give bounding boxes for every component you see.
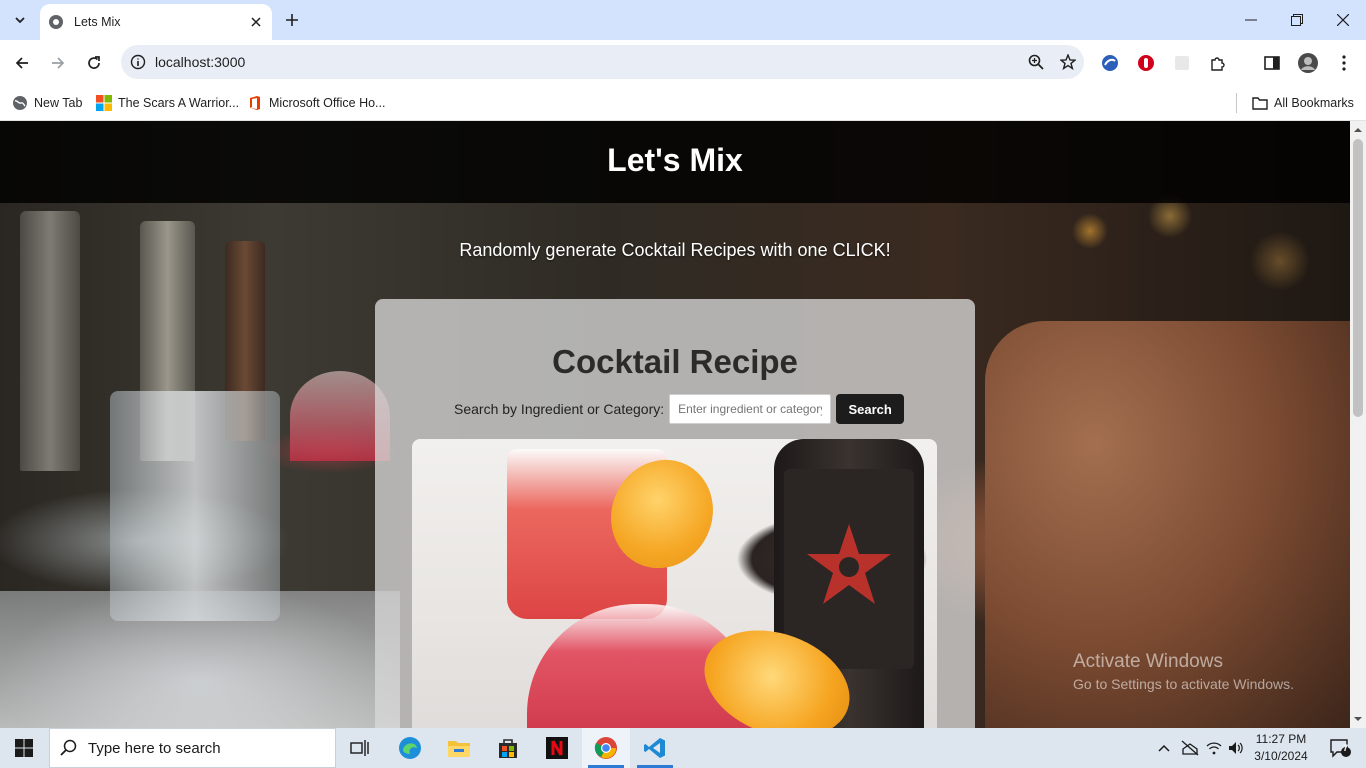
tab-close-icon[interactable]	[248, 14, 264, 30]
netflix-icon[interactable]	[533, 728, 581, 768]
bookmark-label: The Scars A Warrior...	[118, 96, 240, 110]
reload-icon[interactable]	[79, 48, 109, 78]
search-label: Search by Ingredient or Category:	[454, 401, 665, 417]
site-header: Let's Mix	[0, 121, 1350, 203]
scroll-up-arrow-icon[interactable]	[1354, 126, 1362, 134]
watermark-line2: Go to Settings to activate Windows.	[1073, 676, 1294, 692]
clock-date: 3/10/2024	[1254, 749, 1308, 763]
watermark-line1: Activate Windows	[1073, 651, 1223, 672]
browser-tabstrip: Lets Mix	[0, 0, 1366, 40]
globe-icon	[13, 96, 27, 110]
page-viewport: Let's Mix Randomly generate Cocktail Rec…	[0, 121, 1350, 728]
magnifier-icon	[60, 739, 77, 756]
taskbar-search-placeholder: Type here to search	[88, 739, 221, 757]
site-title: Let's Mix	[607, 141, 743, 178]
bookmarks-bar: New Tab The Scars A Warrior... Microsoft…	[0, 85, 1366, 121]
bottle-label	[784, 469, 914, 669]
chevron-up-icon[interactable]	[1154, 728, 1174, 768]
browser-tab[interactable]: Lets Mix	[40, 4, 272, 40]
side-panel-icon[interactable]	[1260, 51, 1284, 75]
bookmark-label: Microsoft Office Ho...	[269, 96, 386, 110]
bookmark-new-tab[interactable]: New Tab	[12, 92, 82, 114]
file-explorer-icon[interactable]	[435, 728, 483, 768]
restore-icon[interactable]	[1274, 0, 1320, 40]
store-icon[interactable]	[484, 728, 532, 768]
edge-icon[interactable]	[386, 728, 434, 768]
page-scrollbar[interactable]	[1350, 121, 1366, 728]
notification-icon[interactable]: 7	[1320, 728, 1360, 768]
tab-title: Lets Mix	[74, 15, 121, 29]
vscode-icon[interactable]	[631, 728, 679, 768]
bookmark-office-home[interactable]: Microsoft Office Ho...	[247, 92, 385, 114]
microsoft-logo-icon	[96, 95, 112, 111]
extensions-puzzle-icon[interactable]	[1206, 51, 1230, 75]
all-bookmarks[interactable]: All Bookmarks	[1252, 92, 1354, 114]
browser-toolbar: localhost:3000	[0, 40, 1366, 85]
network-icon[interactable]	[1178, 728, 1202, 768]
taskbar-search-box[interactable]: Type here to search	[49, 728, 336, 768]
scrollbar-thumb[interactable]	[1353, 139, 1363, 417]
cocktail-image	[412, 439, 937, 728]
site-info-icon[interactable]	[121, 54, 155, 70]
back-arrow-icon[interactable]	[7, 48, 37, 78]
url-text[interactable]: localhost:3000	[155, 54, 1020, 70]
search-row: Search by Ingredient or Category: Search	[454, 393, 905, 425]
all-bookmarks-label: All Bookmarks	[1274, 96, 1354, 110]
clock-time: 11:27 PM	[1255, 732, 1307, 746]
bookmark-star-icon[interactable]	[1052, 47, 1084, 77]
minimize-icon[interactable]	[1228, 0, 1274, 40]
search-button[interactable]: Search	[836, 394, 905, 424]
address-bar[interactable]: localhost:3000	[121, 45, 1084, 79]
profile-avatar[interactable]	[1296, 51, 1320, 75]
windows-taskbar: Type here to search 11:27 PM 3/10/2024 7	[0, 728, 1366, 768]
new-tab-plus-icon[interactable]	[280, 8, 304, 32]
bookmark-label: New Tab	[34, 96, 83, 110]
background-glass	[110, 391, 280, 621]
windows-start-icon[interactable]	[0, 728, 48, 768]
bookmarks-divider	[1236, 93, 1237, 113]
card-title: Cocktail Recipe	[552, 343, 798, 380]
search-input[interactable]	[669, 394, 832, 424]
tab-search-icon[interactable]	[6, 8, 34, 32]
notification-count: 7	[1343, 743, 1349, 753]
scroll-down-arrow-icon[interactable]	[1354, 715, 1362, 723]
extension-2-icon[interactable]	[1134, 51, 1158, 75]
extension-1-icon[interactable]	[1098, 51, 1122, 75]
folder-icon	[1252, 97, 1268, 110]
forward-arrow-icon[interactable]	[43, 48, 73, 78]
volume-icon[interactable]	[1226, 728, 1246, 768]
window-close-icon[interactable]	[1320, 0, 1366, 40]
wifi-icon[interactable]	[1204, 728, 1224, 768]
chrome-icon[interactable]	[582, 728, 630, 768]
background-ice	[0, 591, 400, 728]
bookmark-scars-warrior[interactable]: The Scars A Warrior...	[96, 92, 239, 114]
extension-3-icon[interactable]	[1170, 51, 1194, 75]
task-view-icon[interactable]	[336, 728, 384, 768]
activate-windows-watermark: Activate Windows Go to Settings to activ…	[1073, 651, 1294, 692]
bottle-star	[807, 524, 891, 604]
recipe-card: Cocktail Recipe Search by Ingredient or …	[375, 299, 975, 728]
office-logo-icon	[250, 96, 260, 110]
zoom-icon[interactable]	[1020, 47, 1052, 77]
taskbar-clock[interactable]: 11:27 PM 3/10/2024	[1248, 731, 1314, 765]
tagline: Randomly generate Cocktail Recipes with …	[459, 240, 891, 260]
kebab-menu-icon[interactable]	[1332, 51, 1356, 75]
lets-mix-favicon	[49, 15, 63, 29]
